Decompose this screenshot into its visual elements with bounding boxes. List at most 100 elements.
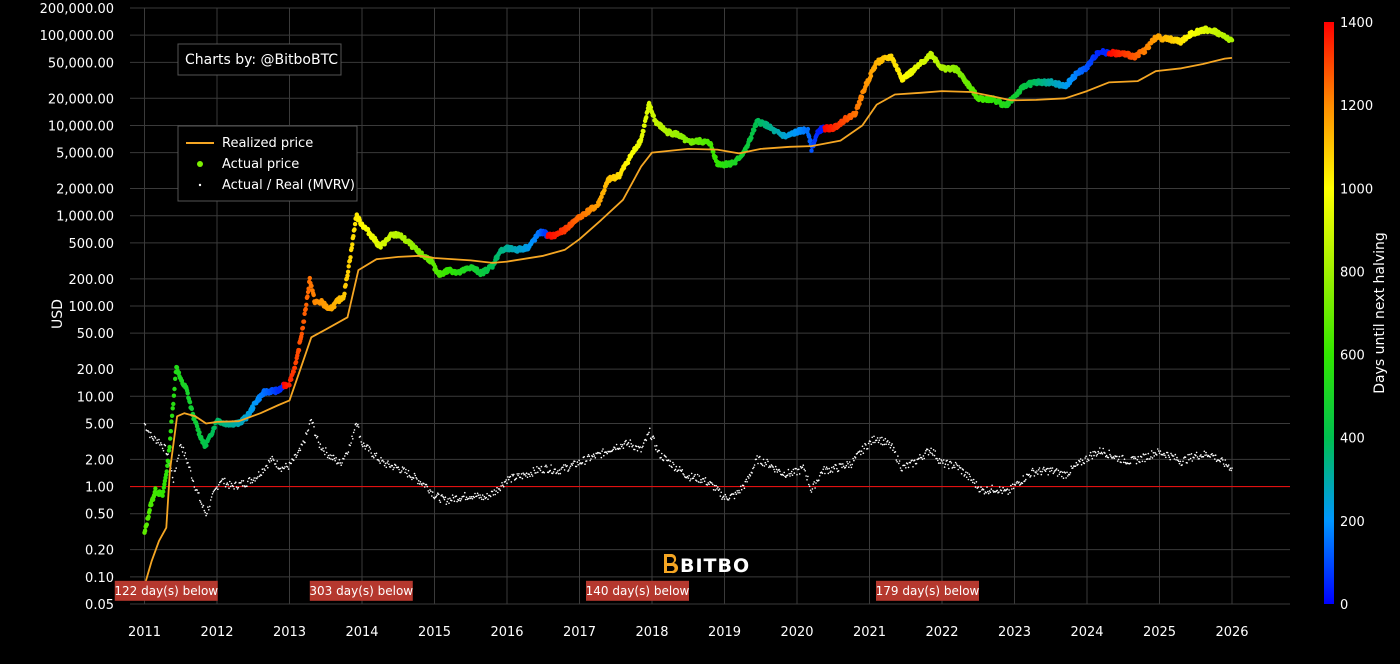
mvrv-point xyxy=(972,481,974,484)
mvrv-point xyxy=(918,457,920,460)
actual-price-point xyxy=(857,101,862,107)
mvrv-point xyxy=(155,442,158,444)
mvrv-point xyxy=(331,458,334,461)
mvrv-point xyxy=(235,486,238,488)
mvrv-point xyxy=(1008,489,1010,491)
mvrv-point xyxy=(1147,452,1150,455)
legend[interactable]: Realized price Actual price Actual / Rea… xyxy=(177,125,358,202)
y-tick-label: 20.00 xyxy=(77,363,114,378)
actual-price-point xyxy=(343,282,348,288)
mvrv-point xyxy=(327,454,330,457)
mvrv-point xyxy=(954,461,957,464)
actual-price-point xyxy=(303,306,308,312)
mvrv-point xyxy=(1047,474,1049,476)
actual-price-point xyxy=(299,331,304,336)
mvrv-point xyxy=(898,460,901,462)
mvrv-point xyxy=(592,453,595,456)
mvrv-point xyxy=(394,464,397,467)
mvrv-point xyxy=(535,472,537,474)
mvrv-point xyxy=(403,467,406,469)
mvrv-point xyxy=(352,438,354,440)
mvrv-point xyxy=(1222,459,1224,461)
mvrv-point xyxy=(1087,458,1089,461)
mvrv-point xyxy=(571,464,574,466)
mvrv-point xyxy=(785,476,787,479)
mvrv-point xyxy=(215,487,217,490)
mvrv-point xyxy=(1187,453,1189,456)
mvrv-point xyxy=(475,495,478,498)
mvrv-point xyxy=(525,472,528,475)
mvrv-point xyxy=(209,499,212,501)
mvrv-point xyxy=(678,469,680,471)
actual-price-point xyxy=(648,105,654,110)
mvrv-point xyxy=(790,470,793,473)
mvrv-point xyxy=(748,477,750,479)
mvrv-point xyxy=(983,493,986,495)
mvrv-point xyxy=(558,469,561,471)
mvrv-point xyxy=(880,443,882,445)
mvrv-point xyxy=(701,481,703,484)
legend-mvrv-label[interactable]: Actual / Real (MVRV) xyxy=(222,178,355,193)
mvrv-point xyxy=(912,466,914,468)
mvrv-point xyxy=(404,471,406,474)
mvrv-point xyxy=(883,443,886,446)
mvrv-point xyxy=(177,457,179,460)
actual-price-point xyxy=(644,115,649,120)
mvrv-point xyxy=(733,497,736,500)
mvrv-point xyxy=(897,455,899,457)
mvrv-point xyxy=(611,449,614,452)
mvrv-point xyxy=(703,480,706,483)
mvrv-point xyxy=(305,433,308,435)
mvrv-point xyxy=(241,485,244,487)
mvrv-point xyxy=(1016,480,1018,483)
mvrv-point xyxy=(866,447,869,450)
mvrv-point xyxy=(1177,460,1180,463)
mvrv-point xyxy=(696,480,698,482)
legend-realized-label[interactable]: Realized price xyxy=(222,136,313,151)
mvrv-point xyxy=(360,441,363,443)
actual-price-point xyxy=(305,294,310,299)
y-tick-label: 2.00 xyxy=(85,453,114,468)
mvrv-point xyxy=(361,443,363,446)
mvrv-point xyxy=(183,454,186,457)
legend-actual-label[interactable]: Actual price xyxy=(222,157,299,172)
mvrv-point xyxy=(950,462,953,464)
mvrv-point xyxy=(956,464,959,467)
mvrv-point xyxy=(190,477,193,479)
actual-price-point xyxy=(197,430,202,435)
mvrv-point xyxy=(481,494,484,496)
mvrv-point xyxy=(977,486,980,488)
mvrv-point xyxy=(1198,458,1200,460)
mvrv-point xyxy=(1190,453,1193,455)
mvrv-point xyxy=(578,459,580,462)
mvrv-point xyxy=(862,452,865,455)
actual-price-point xyxy=(204,443,209,448)
mvrv-point xyxy=(250,478,253,481)
mvrv-point xyxy=(929,451,932,454)
actual-price-point xyxy=(300,325,306,331)
mvrv-point xyxy=(1152,452,1155,454)
mvrv-point xyxy=(483,495,486,498)
mvrv-point xyxy=(393,466,395,469)
mvrv-point xyxy=(447,498,449,500)
mvrv-point xyxy=(429,489,431,491)
mvrv-point xyxy=(678,466,681,468)
colorbar-tick-label: 1000 xyxy=(1340,182,1373,197)
mvrv-point xyxy=(150,431,152,434)
mvrv-point xyxy=(337,462,340,464)
actual-price-point xyxy=(304,302,309,307)
mvrv-point xyxy=(152,439,155,441)
bitcoin-realized-price-chart: 0.05 0.10 0.20 0.50 1.00 2.00 5.00 10.00 20.00 50… xyxy=(0,0,1400,664)
mvrv-point xyxy=(1146,458,1149,460)
mvrv-point xyxy=(388,463,390,466)
mvrv-point xyxy=(248,477,251,479)
mvrv-point xyxy=(585,460,588,462)
mvrv-point xyxy=(606,452,608,455)
mvrv-point xyxy=(450,499,453,502)
mvrv-point xyxy=(698,475,701,477)
mvrv-point xyxy=(321,449,323,451)
mvrv-point xyxy=(338,458,341,461)
mvrv-point xyxy=(333,457,336,460)
actual-price-point xyxy=(142,528,148,533)
actual-price-point xyxy=(311,292,316,298)
